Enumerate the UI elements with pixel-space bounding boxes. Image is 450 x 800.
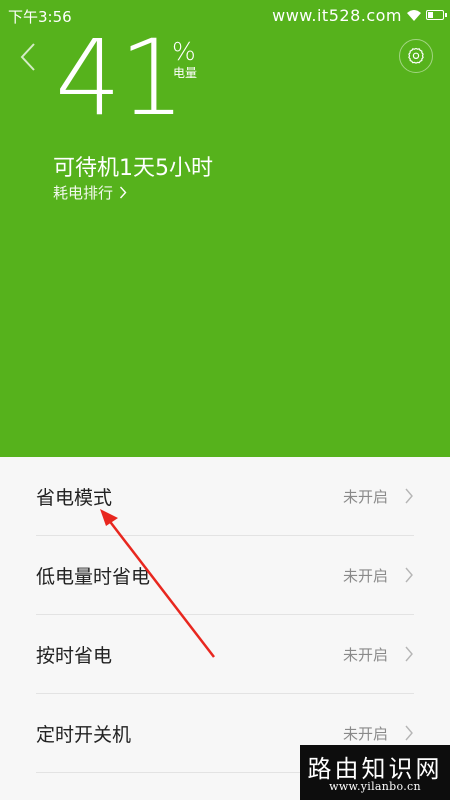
power-ranking-label: 耗电排行 bbox=[53, 184, 114, 202]
battery-hero-panel: 下午3:56 www.it528.com 41 % 电量 可待机1天5小时 耗电… bbox=[0, 0, 450, 457]
chevron-right-icon bbox=[119, 186, 127, 199]
list-item-low-battery-saving[interactable]: 低电量时省电 未开启 bbox=[36, 536, 414, 615]
chevron-right-icon bbox=[405, 488, 413, 504]
chevron-right-icon bbox=[405, 646, 413, 662]
source-watermark: www.it528.com bbox=[272, 5, 402, 25]
list-item-power-saving-mode[interactable]: 省电模式 未开启 bbox=[36, 457, 414, 536]
list-item-label: 省电模式 bbox=[36, 487, 113, 509]
battery-label: 电量 bbox=[173, 66, 198, 80]
standby-time: 可待机1天5小时 bbox=[53, 156, 213, 181]
site-watermark: 路由知识网 www.yilanbo.cn bbox=[300, 745, 450, 800]
list-item-status: 未开启 bbox=[342, 725, 388, 743]
status-indicators: www.it528.com bbox=[272, 5, 447, 25]
list-item-scheduled-saving[interactable]: 按时省电 未开启 bbox=[36, 615, 414, 694]
wifi-icon bbox=[407, 10, 421, 21]
power-ranking-link[interactable]: 耗电排行 bbox=[53, 182, 127, 203]
settings-button[interactable] bbox=[399, 39, 433, 73]
battery-percentage: 41 bbox=[55, 17, 185, 139]
chevron-right-icon bbox=[405, 567, 413, 583]
list-item-label: 定时开关机 bbox=[36, 724, 132, 746]
list-item-label: 低电量时省电 bbox=[36, 566, 151, 588]
battery-icon bbox=[426, 10, 447, 20]
gear-icon bbox=[408, 47, 424, 64]
list-item-status: 未开启 bbox=[342, 567, 388, 585]
watermark-url: www.yilanbo.cn bbox=[329, 780, 421, 793]
list-item-label: 按时省电 bbox=[36, 645, 113, 667]
chevron-right-icon bbox=[405, 725, 413, 741]
list-item-status: 未开启 bbox=[342, 646, 388, 664]
battery-icon-fill bbox=[428, 12, 434, 18]
list-item-status: 未开启 bbox=[342, 488, 388, 506]
watermark-title: 路由知识网 bbox=[307, 755, 443, 783]
percent-sign: % bbox=[172, 37, 196, 66]
chevron-left-icon bbox=[20, 43, 35, 71]
back-button[interactable] bbox=[14, 40, 44, 74]
